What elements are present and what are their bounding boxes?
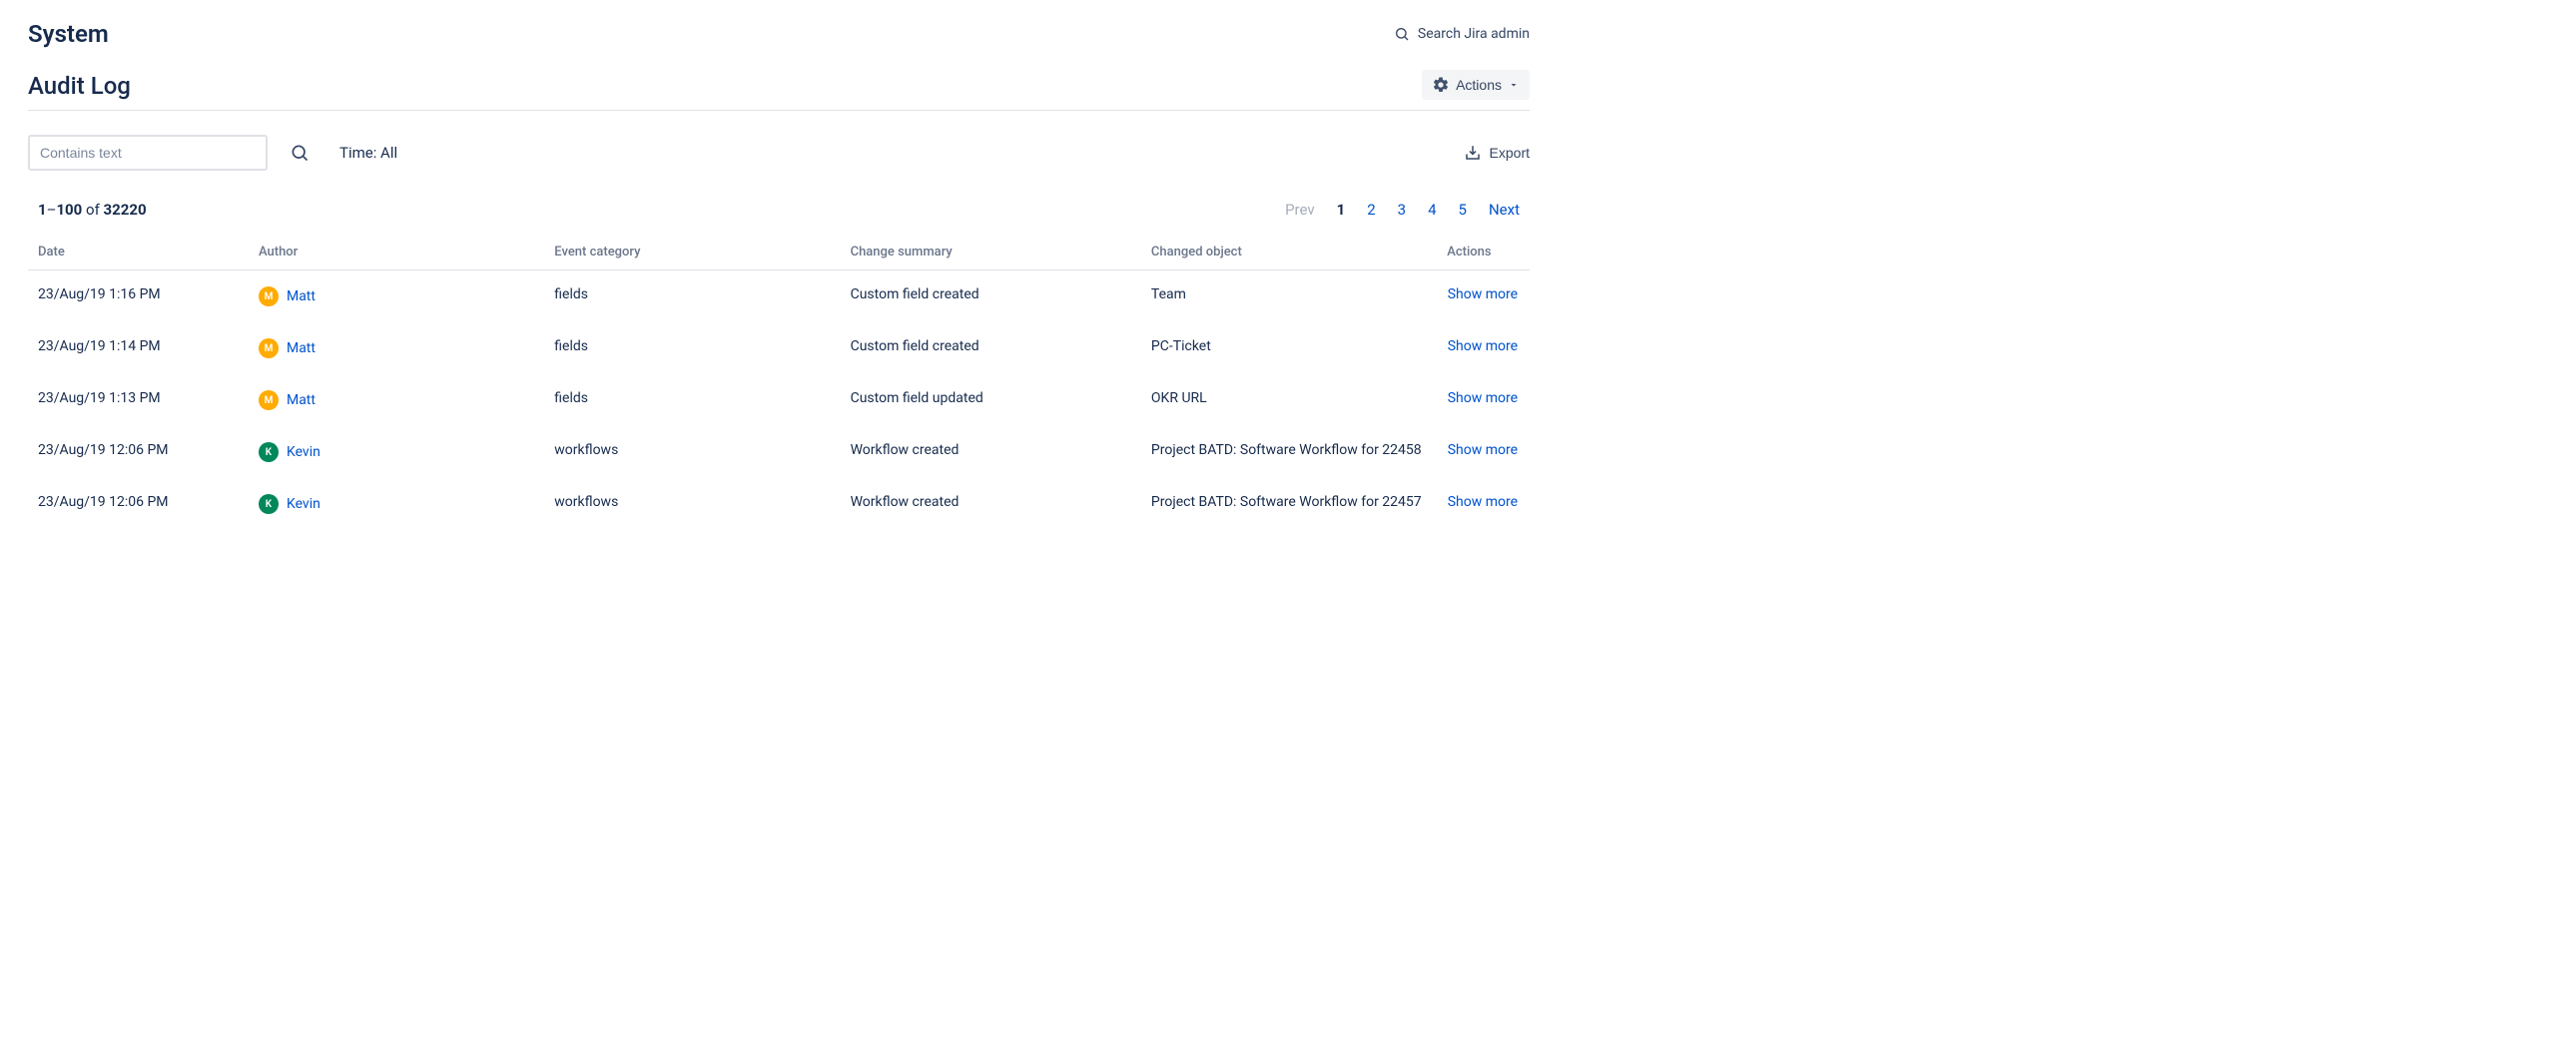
page-title: Audit Log xyxy=(28,72,131,100)
table-row: 23/Aug/19 1:13 PM M Matt fieldsCustom field… xyxy=(28,374,1530,426)
cell-object: Team xyxy=(1141,270,1437,323)
cell-author: K Kevin xyxy=(249,478,544,530)
audit-log-table: Date Author Event category Change summar… xyxy=(28,235,1530,530)
show-more-link[interactable]: Show more xyxy=(1448,494,1518,510)
table-row: 23/Aug/19 12:06 PM K Kevin workflowsWorkflo… xyxy=(28,426,1530,478)
cell-category: workflows xyxy=(544,478,840,530)
author-link[interactable]: Kevin xyxy=(287,496,321,512)
export-label: Export xyxy=(1490,145,1530,161)
cell-author: K Kevin xyxy=(249,426,544,478)
gear-icon xyxy=(1432,76,1450,94)
pagination: Prev 1 2 3 4 5 Next xyxy=(1285,201,1520,219)
export-icon xyxy=(1464,144,1482,162)
cell-actions: Show more xyxy=(1437,374,1530,426)
cell-date: 23/Aug/19 1:14 PM xyxy=(28,322,249,374)
pagination-page-1: 1 xyxy=(1337,201,1346,219)
cell-date: 23/Aug/19 12:06 PM xyxy=(28,426,249,478)
pagination-prev: Prev xyxy=(1285,201,1315,219)
cell-summary: Workflow created xyxy=(841,478,1141,530)
author-link[interactable]: Matt xyxy=(287,392,316,408)
cell-object: Project BATD: Software Workflow for 2245… xyxy=(1141,478,1437,530)
cell-actions: Show more xyxy=(1437,270,1530,323)
pagination-page-2[interactable]: 2 xyxy=(1367,201,1375,219)
search-icon xyxy=(1394,26,1410,42)
avatar: M xyxy=(259,338,279,358)
cell-object: OKR URL xyxy=(1141,374,1437,426)
text-filter-input[interactable] xyxy=(28,135,268,171)
author-link[interactable]: Kevin xyxy=(287,444,321,460)
pagination-page-4[interactable]: 4 xyxy=(1428,201,1436,219)
cell-summary: Custom field updated xyxy=(841,374,1141,426)
show-more-link[interactable]: Show more xyxy=(1448,338,1518,354)
search-button[interactable] xyxy=(284,137,316,169)
show-more-link[interactable]: Show more xyxy=(1448,390,1518,406)
pagination-page-3[interactable]: 3 xyxy=(1398,201,1406,219)
cell-author: M Matt xyxy=(249,270,544,323)
cell-category: fields xyxy=(544,374,840,426)
cell-category: workflows xyxy=(544,426,840,478)
table-row: 23/Aug/19 12:06 PM K Kevin workflowsWorkflo… xyxy=(28,478,1530,530)
pagination-page-5[interactable]: 5 xyxy=(1459,201,1467,219)
col-header-object: Changed object xyxy=(1141,235,1437,270)
cell-category: fields xyxy=(544,322,840,374)
avatar: K xyxy=(259,442,279,462)
show-more-link[interactable]: Show more xyxy=(1448,286,1518,302)
avatar: M xyxy=(259,286,279,306)
search-jira-admin-label: Search Jira admin xyxy=(1418,26,1530,42)
result-count: 1–100 of 32220 xyxy=(38,201,147,219)
export-button[interactable]: Export xyxy=(1464,144,1530,162)
search-icon xyxy=(290,143,310,163)
cell-object: PC-Ticket xyxy=(1141,322,1437,374)
author-link[interactable]: Matt xyxy=(287,288,316,304)
cell-date: 23/Aug/19 1:13 PM xyxy=(28,374,249,426)
col-header-category: Event category xyxy=(544,235,840,270)
cell-summary: Workflow created xyxy=(841,426,1141,478)
col-header-author: Author xyxy=(249,235,544,270)
system-title: System xyxy=(28,20,109,48)
cell-object: Project BATD: Software Workflow for 2245… xyxy=(1141,426,1437,478)
avatar: M xyxy=(259,390,279,410)
avatar: K xyxy=(259,494,279,514)
table-row: 23/Aug/19 1:16 PM M Matt fieldsCustom field… xyxy=(28,270,1530,323)
cell-summary: Custom field created xyxy=(841,270,1141,323)
cell-actions: Show more xyxy=(1437,426,1530,478)
cell-author: M Matt xyxy=(249,322,544,374)
author-link[interactable]: Matt xyxy=(287,340,316,356)
show-more-link[interactable]: Show more xyxy=(1448,442,1518,458)
cell-category: fields xyxy=(544,270,840,323)
table-row: 23/Aug/19 1:14 PM M Matt fieldsCustom field… xyxy=(28,322,1530,374)
time-filter[interactable]: Time: All xyxy=(339,144,397,162)
chevron-down-icon xyxy=(1508,79,1520,91)
col-header-date: Date xyxy=(28,235,249,270)
pagination-next[interactable]: Next xyxy=(1489,201,1520,219)
cell-author: M Matt xyxy=(249,374,544,426)
actions-dropdown[interactable]: Actions xyxy=(1422,70,1530,100)
cell-date: 23/Aug/19 12:06 PM xyxy=(28,478,249,530)
actions-label: Actions xyxy=(1456,77,1502,93)
col-header-summary: Change summary xyxy=(841,235,1141,270)
search-jira-admin[interactable]: Search Jira admin xyxy=(1394,26,1530,42)
col-header-actions: Actions xyxy=(1437,235,1530,270)
cell-actions: Show more xyxy=(1437,478,1530,530)
cell-summary: Custom field created xyxy=(841,322,1141,374)
cell-actions: Show more xyxy=(1437,322,1530,374)
cell-date: 23/Aug/19 1:16 PM xyxy=(28,270,249,323)
